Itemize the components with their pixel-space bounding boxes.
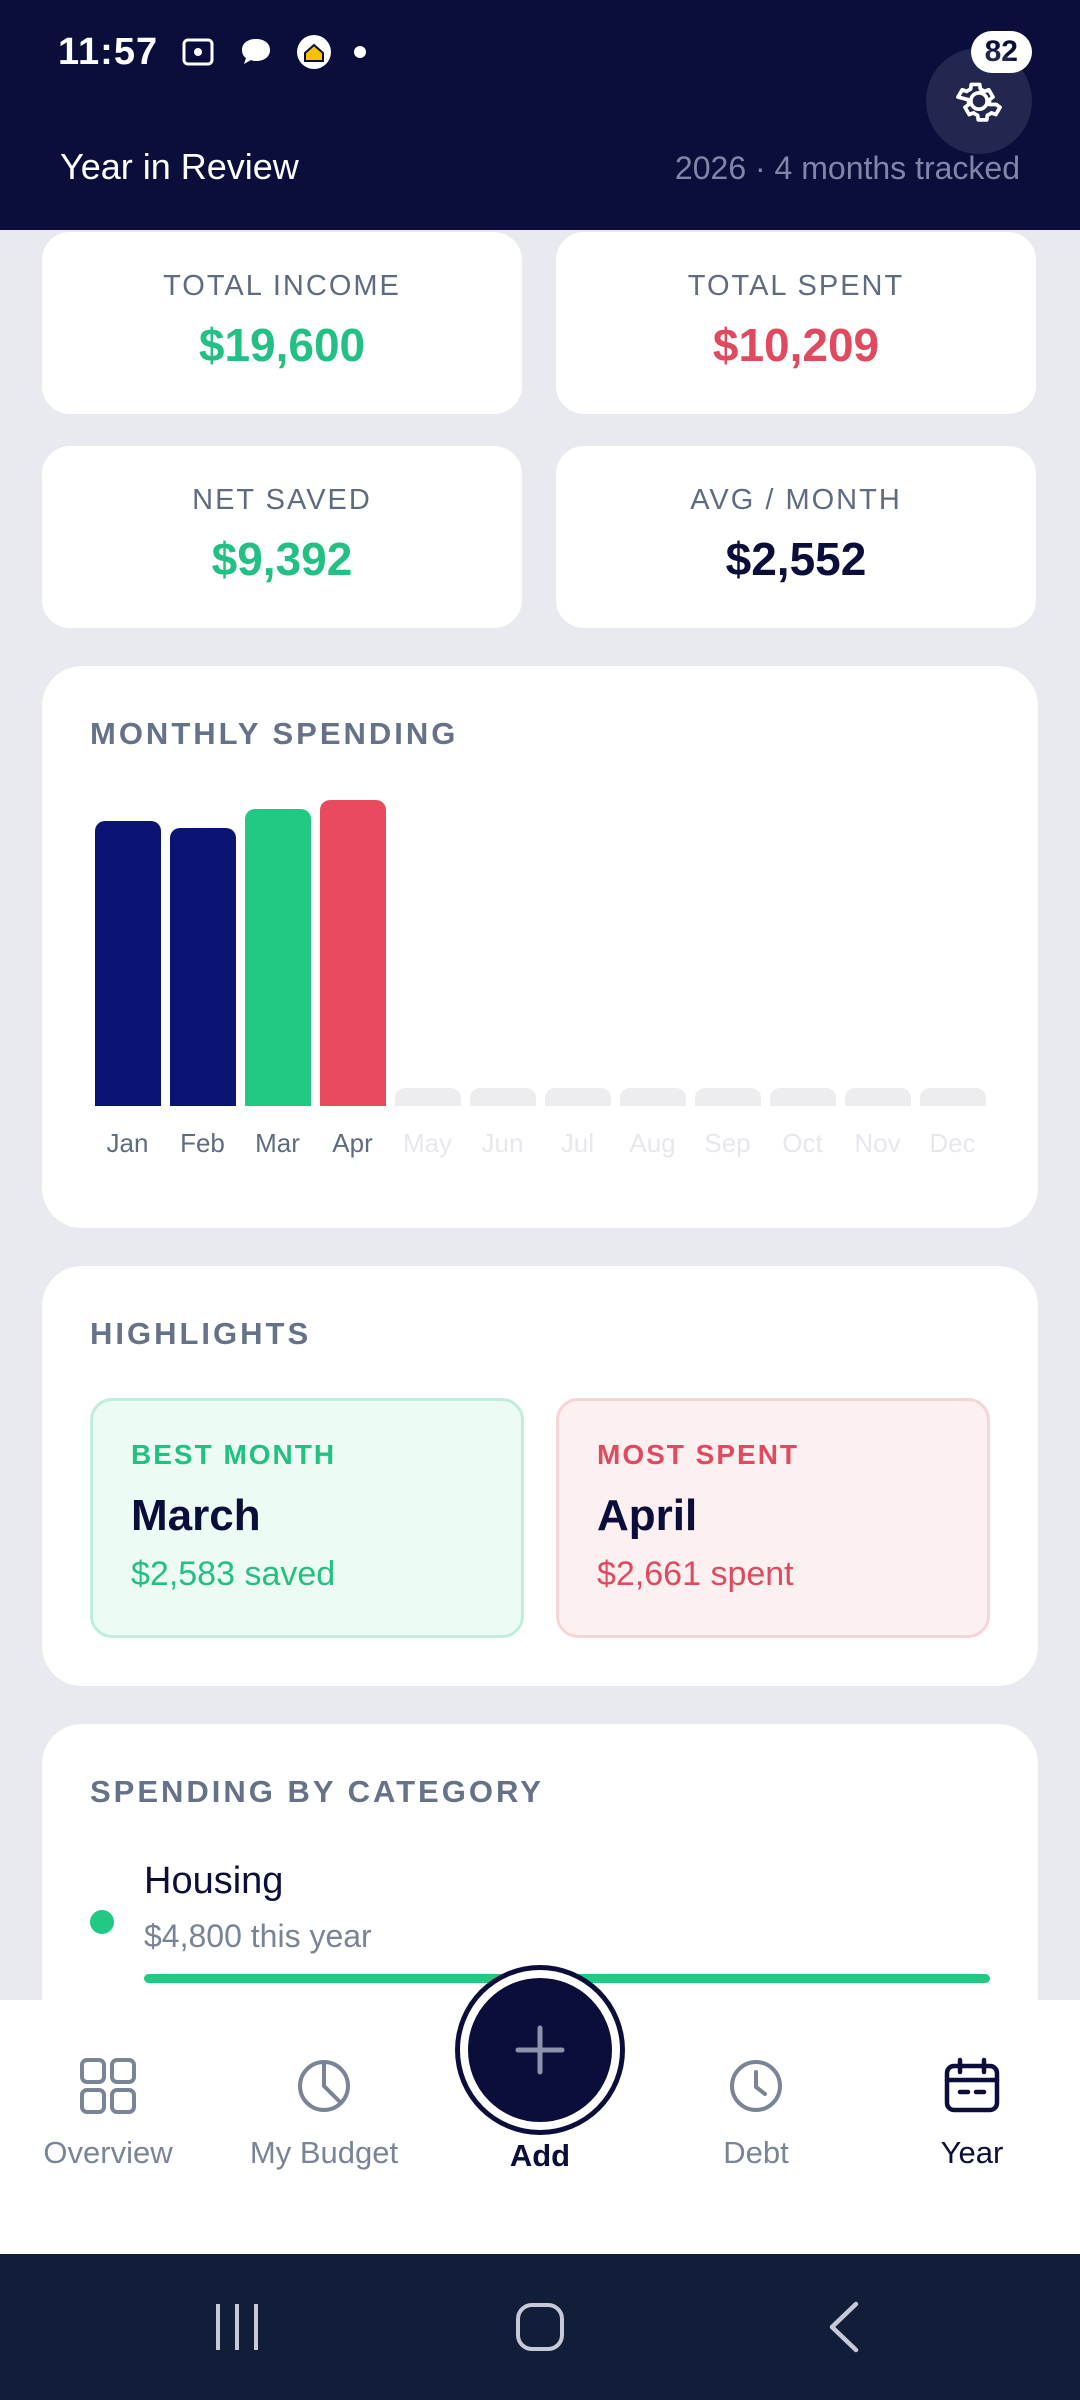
add-button-label: Add xyxy=(509,2138,571,2173)
bar-jul xyxy=(544,1088,611,1106)
gear-icon xyxy=(956,82,1002,122)
card-title: MONTHLY SPENDING xyxy=(90,716,459,751)
month-label-jan: Jan xyxy=(106,1128,149,1158)
bar-mar xyxy=(244,809,311,1106)
month-label-sep: Sep xyxy=(704,1128,751,1158)
nav-year[interactable]: Year xyxy=(872,2056,1072,2171)
month-label-aug: Aug xyxy=(629,1128,676,1158)
card-title: SPENDING BY CATEGORY xyxy=(90,1774,544,1809)
bar-may xyxy=(394,1088,461,1106)
settings-button[interactable] xyxy=(926,48,1032,154)
add-button[interactable] xyxy=(460,1970,620,2130)
status-time: 11:57 xyxy=(58,30,159,73)
month-label-oct: Oct xyxy=(782,1128,823,1158)
stat-value: $2,552 xyxy=(725,533,867,585)
card-title: HIGHLIGHTS xyxy=(90,1316,312,1351)
status-bar-left: 11:57 xyxy=(58,26,367,78)
recent-apps-icon[interactable] xyxy=(212,2300,262,2354)
best-month-name: March xyxy=(131,1491,261,1540)
nav-my-budget[interactable]: My Budget xyxy=(224,2056,424,2171)
chat-icon xyxy=(242,39,271,64)
grid-icon xyxy=(80,2058,136,2114)
bar-nov xyxy=(844,1088,911,1106)
stat-value: $10,209 xyxy=(712,319,880,371)
category-detail: $4,800 this year xyxy=(144,1918,372,1954)
nav-label: Year xyxy=(940,2135,1004,2170)
stat-total-spent: TOTAL SPENT $10,209 xyxy=(556,232,1036,414)
bar-aug xyxy=(619,1088,686,1106)
bar-sep xyxy=(694,1088,761,1106)
stat-label: TOTAL INCOME xyxy=(163,270,401,302)
category-color-dot xyxy=(90,1910,114,1934)
nav-label: Overview xyxy=(43,2135,173,2170)
plus-icon xyxy=(515,2025,565,2075)
bar-apr xyxy=(319,800,386,1106)
category-name: Housing xyxy=(144,1860,284,1902)
clock-icon xyxy=(730,2060,782,2112)
monthly-spending-card: MONTHLY SPENDING Jan Feb Mar Apr May Jun Jul Au… xyxy=(42,666,1038,1228)
stat-avg-month: AVG / MONTH $2,552 xyxy=(556,446,1036,628)
stat-total-income: TOTAL INCOME $19,600 xyxy=(42,232,522,414)
best-month-label: BEST MONTH xyxy=(131,1439,337,1470)
back-icon[interactable] xyxy=(824,2300,864,2354)
most-spent-highlight: MOST SPENT April $2,661 spent xyxy=(556,1398,990,1638)
page-title: Year in Review xyxy=(60,146,299,187)
page-subtitle: 2026 · 4 months tracked xyxy=(674,150,1020,186)
home-app-icon xyxy=(297,35,332,69)
notification-dot xyxy=(354,46,367,58)
nav-overview[interactable]: Overview xyxy=(8,2056,208,2171)
stat-value: $9,392 xyxy=(211,533,353,585)
nav-debt[interactable]: Debt xyxy=(656,2056,856,2171)
best-month-detail: $2,583 saved xyxy=(131,1555,336,1593)
stat-label: AVG / MONTH xyxy=(690,484,902,516)
home-icon[interactable] xyxy=(514,2300,566,2354)
bar-oct xyxy=(769,1088,836,1106)
month-label-jun: Jun xyxy=(481,1128,524,1158)
month-label-dec: Dec xyxy=(929,1128,976,1158)
bar-jan xyxy=(94,821,161,1106)
monthly-spending-chart: Jan Feb Mar Apr May Jun Jul Aug Sep Oct Nov Dec xyxy=(90,786,990,1166)
month-label-may: May xyxy=(402,1128,453,1158)
bar-jun xyxy=(469,1088,536,1106)
best-month-highlight: BEST MONTH March $2,583 saved xyxy=(90,1398,524,1638)
stat-label: NET SAVED xyxy=(192,484,372,516)
top-header: 11:57 82 Year in Review 2026 · 4 months … xyxy=(0,0,1080,230)
nav-label: Debt xyxy=(723,2135,789,2170)
system-navigation-bar xyxy=(0,2254,1080,2400)
screenshot-icon xyxy=(182,38,214,66)
month-label-feb: Feb xyxy=(180,1128,225,1158)
most-spent-name: April xyxy=(597,1491,698,1540)
bar-dec xyxy=(919,1088,986,1106)
month-label-mar: Mar xyxy=(255,1128,300,1158)
stat-value: $19,600 xyxy=(198,319,366,371)
month-label-apr: Apr xyxy=(332,1128,373,1158)
month-label-jul: Jul xyxy=(560,1128,595,1158)
month-label-nov: Nov xyxy=(854,1128,901,1158)
most-spent-label: MOST SPENT xyxy=(597,1439,800,1470)
pie-chart-icon xyxy=(298,2060,350,2112)
bar-feb xyxy=(169,828,236,1106)
most-spent-detail: $2,661 spent xyxy=(597,1555,794,1593)
nav-label: My Budget xyxy=(249,2135,399,2170)
stat-net-saved: NET SAVED $9,392 xyxy=(42,446,522,628)
stat-label: TOTAL SPENT xyxy=(687,270,905,302)
highlights-card: HIGHLIGHTS BEST MONTH March $2,583 saved… xyxy=(42,1266,1038,1686)
calendar-icon xyxy=(944,2057,1000,2113)
